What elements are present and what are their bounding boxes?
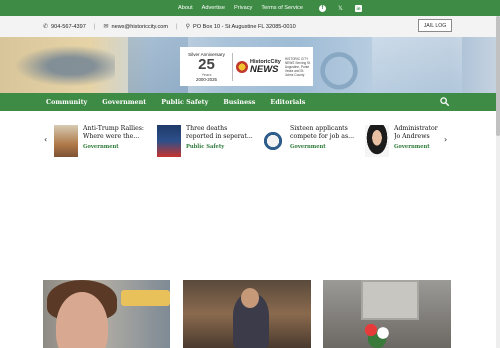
story-photo[interactable] bbox=[183, 280, 311, 348]
card-category[interactable]: Public Safety bbox=[186, 144, 254, 150]
brand-wordmark: HistoricCity NEWS bbox=[250, 59, 281, 74]
scrollbar-thumb[interactable] bbox=[496, 16, 500, 136]
separator: | bbox=[176, 23, 178, 30]
photo-plaque bbox=[361, 280, 419, 320]
nav-public-safety[interactable]: Public Safety bbox=[161, 98, 208, 106]
brand-news: NEWS bbox=[250, 64, 279, 75]
jail-log-button[interactable]: JAIL LOG bbox=[418, 19, 452, 32]
advertise-link[interactable]: Advertise bbox=[202, 5, 225, 11]
nav-business[interactable]: Business bbox=[223, 98, 255, 106]
story-photo[interactable] bbox=[323, 280, 451, 348]
site-logo[interactable]: Silver Anniversary 25 Years 2000-2025 Hi… bbox=[180, 47, 313, 86]
address-item: ⚲ PO Box 10 - St Augustine FL 32085-0010 bbox=[185, 23, 296, 31]
privacy-link[interactable]: Privacy bbox=[234, 5, 252, 11]
story-photo[interactable] bbox=[43, 280, 170, 348]
about-link[interactable]: About bbox=[178, 5, 193, 11]
nav-community[interactable]: Community bbox=[46, 98, 87, 106]
separator: | bbox=[93, 23, 96, 30]
photo-head bbox=[241, 288, 259, 308]
fort-image bbox=[128, 37, 188, 93]
nav-editorials[interactable]: Editorials bbox=[270, 98, 305, 106]
photo-boat bbox=[121, 290, 170, 306]
map-pin-icon: ⚲ bbox=[185, 24, 190, 30]
terms-link[interactable]: Terms of Service bbox=[261, 5, 303, 11]
headline-carousel: ‹ Anti-Trump Rallies: Where were the... … bbox=[0, 111, 500, 169]
x-icon[interactable]: 𝕏 bbox=[337, 5, 344, 12]
pelican-image bbox=[5, 42, 115, 90]
card-thumbnail bbox=[365, 125, 389, 157]
email-address: news@historiccity.com bbox=[111, 23, 169, 30]
phone-icon: ✆ bbox=[43, 24, 49, 30]
carousel-prev-icon[interactable]: ‹ bbox=[44, 135, 47, 144]
phone-number: 904-567-4397 bbox=[51, 23, 86, 30]
top-utility-bar: About Advertise Privacy Terms of Service… bbox=[0, 0, 500, 16]
carousel-card[interactable]: Sixteen applicants compete for job as...… bbox=[261, 125, 358, 157]
anniversary-number: 25 bbox=[198, 55, 215, 73]
carousel-card[interactable]: Anti-Trump Rallies: Where were the... Go… bbox=[54, 125, 151, 157]
card-title[interactable]: Anti-Trump Rallies: Where were the... bbox=[83, 125, 151, 141]
carousel-card[interactable]: Administrator Jo Andrews back on Governm… bbox=[365, 125, 442, 157]
contact-bar: ✆ 904-567-4397 | ✉ news@historiccity.com… bbox=[0, 16, 500, 37]
anniversary-badge: Silver Anniversary 25 Years 2000-2025 bbox=[184, 52, 229, 82]
card-title[interactable]: Sixteen applicants compete for job as... bbox=[290, 125, 358, 141]
anniversary-dates: 2000-2025 bbox=[196, 76, 217, 82]
card-title[interactable]: Administrator Jo Andrews back on bbox=[394, 125, 442, 141]
envelope-icon: ✉ bbox=[103, 24, 109, 30]
email-item[interactable]: ✉ news@historiccity.com bbox=[103, 23, 169, 31]
brand-tagline: HISTORIC CITY NEWS Serving St. Augustine… bbox=[284, 56, 311, 77]
flags-image bbox=[372, 37, 462, 93]
bridge-image bbox=[315, 42, 375, 90]
social-links: f 𝕏 in bbox=[318, 4, 362, 12]
linkedin-icon[interactable]: in bbox=[354, 4, 362, 12]
phone-item[interactable]: ✆ 904-567-4397 bbox=[43, 23, 86, 31]
card-title[interactable]: Three deaths reported in seperat... bbox=[186, 125, 254, 141]
card-thumbnail bbox=[261, 125, 285, 157]
mailing-address: PO Box 10 - St Augustine FL 32085-0010 bbox=[193, 23, 296, 30]
main-navigation: Community Government Public Safety Busin… bbox=[0, 93, 500, 111]
carousel-next-icon[interactable]: › bbox=[444, 135, 447, 144]
logo-divider bbox=[232, 52, 233, 81]
nav-government[interactable]: Government bbox=[102, 98, 146, 106]
card-category[interactable]: Government bbox=[394, 144, 442, 150]
card-category[interactable]: Government bbox=[83, 144, 151, 150]
header-banner: Silver Anniversary 25 Years 2000-2025 Hi… bbox=[0, 37, 500, 93]
carousel-card[interactable]: Three deaths reported in seperat... Publ… bbox=[157, 125, 254, 157]
photo-flowers bbox=[359, 318, 399, 348]
search-icon[interactable] bbox=[440, 97, 449, 106]
card-thumbnail bbox=[54, 125, 78, 157]
city-seal-icon bbox=[236, 60, 248, 73]
page-scrollbar[interactable] bbox=[496, 16, 500, 348]
card-thumbnail bbox=[157, 125, 181, 157]
utility-links: About Advertise Privacy Terms of Service bbox=[178, 5, 303, 11]
facebook-icon[interactable]: f bbox=[318, 4, 326, 12]
card-category[interactable]: Government bbox=[290, 144, 358, 150]
